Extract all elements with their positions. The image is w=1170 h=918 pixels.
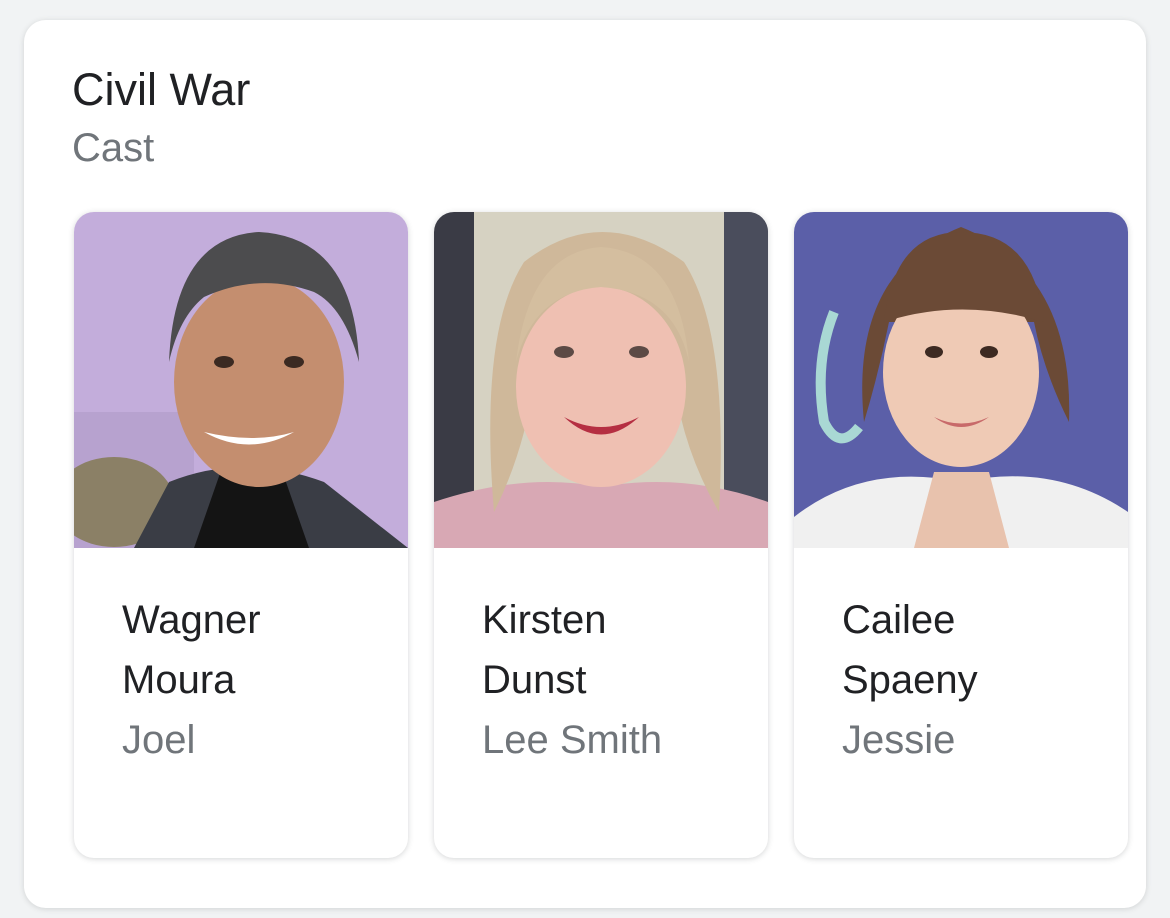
- cast-card-wagner-moura[interactable]: Wagner Moura Joel: [74, 212, 408, 858]
- actor-name[interactable]: Wagner Moura: [122, 590, 372, 710]
- section-subtitle: Cast: [72, 126, 155, 170]
- actor-name-line: Dunst: [482, 658, 587, 702]
- cast-carousel[interactable]: Wagner Moura Joel Kirsten Dunst Lee Smit…: [72, 212, 1146, 872]
- character-name: Lee Smith: [482, 718, 663, 762]
- character-name: Jessie: [842, 718, 956, 762]
- cast-card-cailee-spaeny[interactable]: Cailee Spaeny Jessie: [794, 212, 1128, 858]
- cast-photo[interactable]: [74, 212, 408, 548]
- actor-name[interactable]: Kirsten Dunst: [482, 590, 732, 710]
- actor-name-line: Wagner: [122, 598, 261, 642]
- cast-photo[interactable]: [794, 212, 1128, 548]
- actor-name-line: Kirsten: [482, 598, 607, 642]
- cast-photo[interactable]: [434, 212, 768, 548]
- actor-name[interactable]: Cailee Spaeny: [842, 590, 1092, 710]
- actor-name-line: Spaeny: [842, 658, 978, 702]
- character-name: Joel: [122, 718, 196, 762]
- actor-name-line: Moura: [122, 658, 236, 702]
- cast-card-kirsten-dunst[interactable]: Kirsten Dunst Lee Smith: [434, 212, 768, 858]
- cast-panel: Civil War Cast Wagner Moura Joel Kirsten…: [24, 20, 1146, 908]
- page-title[interactable]: Civil War: [72, 64, 250, 116]
- actor-name-line: Cailee: [842, 598, 956, 642]
